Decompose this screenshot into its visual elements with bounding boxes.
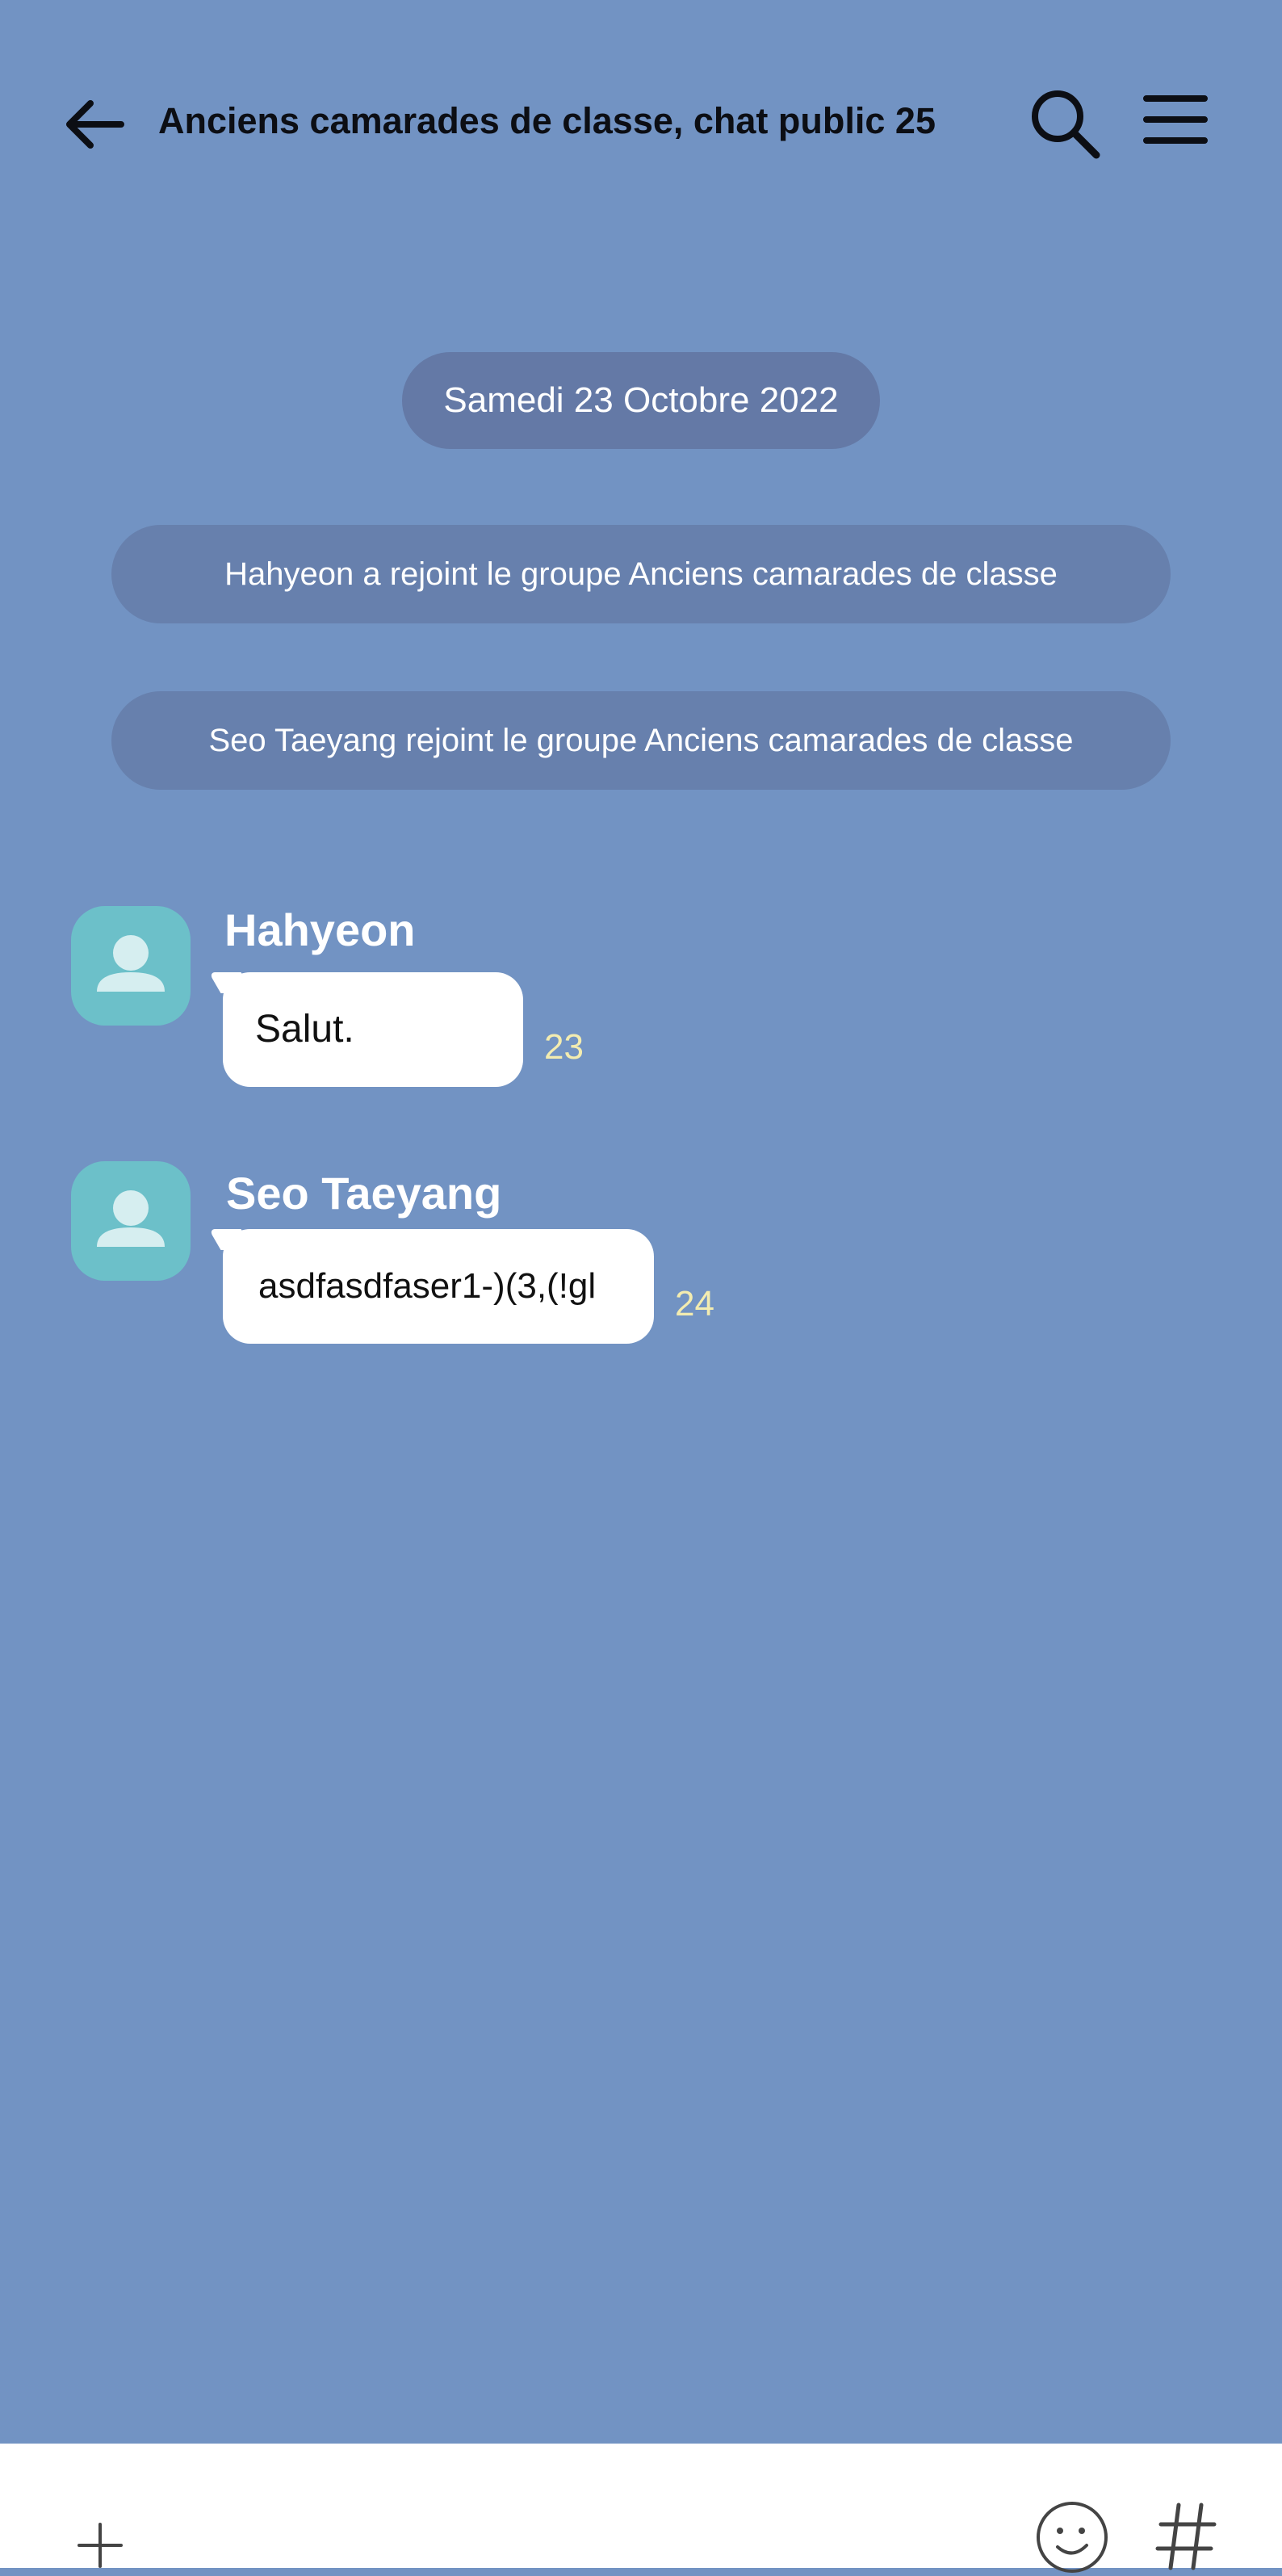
hamburger-menu-icon	[1143, 95, 1208, 144]
message-text: Salut.	[255, 1008, 354, 1051]
default-user-avatar-icon	[97, 935, 165, 992]
back-button[interactable]	[58, 87, 132, 162]
chat-header: Anciens camarades de classe, chat public…	[0, 65, 1282, 178]
avatar[interactable]	[71, 1161, 191, 1281]
system-message: Hahyeon a rejoint le groupe Anciens cama…	[111, 525, 1171, 623]
message-bubble[interactable]: Salut.	[223, 972, 523, 1087]
arrow-left-icon	[66, 100, 124, 149]
avatar[interactable]	[71, 906, 191, 1026]
default-user-avatar-icon	[97, 1190, 165, 1247]
search-button[interactable]	[1025, 84, 1106, 165]
message-input-bar	[0, 2444, 1282, 2573]
attach-button[interactable]	[69, 2515, 131, 2576]
menu-button[interactable]	[1135, 79, 1216, 160]
hashtag-button[interactable]	[1154, 2500, 1219, 2573]
system-message: Seo Taeyang rejoint le groupe Anciens ca…	[111, 691, 1171, 790]
sender-name: Hahyeon	[224, 904, 416, 955]
plus-icon	[78, 2523, 123, 2568]
emoji-button[interactable]	[1033, 2498, 1111, 2576]
emoji-icon	[1037, 2502, 1108, 2573]
message-bubble[interactable]: asdfasdfaser1-)(3,(!gl	[223, 1229, 654, 1344]
hashtag-icon	[1155, 2503, 1217, 2570]
chat-title: Anciens camarades de classe, chat public…	[158, 100, 936, 141]
search-icon	[1032, 90, 1100, 159]
date-separator: Samedi 23 Octobre 2022	[402, 352, 880, 449]
chat-screen: Anciens camarades de classe, chat public…	[0, 0, 1282, 2573]
unread-count: 24	[675, 1284, 714, 1324]
unread-count: 23	[544, 1027, 584, 1067]
message-text: asdfasdfaser1-)(3,(!gl	[258, 1266, 597, 1306]
sender-name: Seo Taeyang	[226, 1168, 502, 1219]
